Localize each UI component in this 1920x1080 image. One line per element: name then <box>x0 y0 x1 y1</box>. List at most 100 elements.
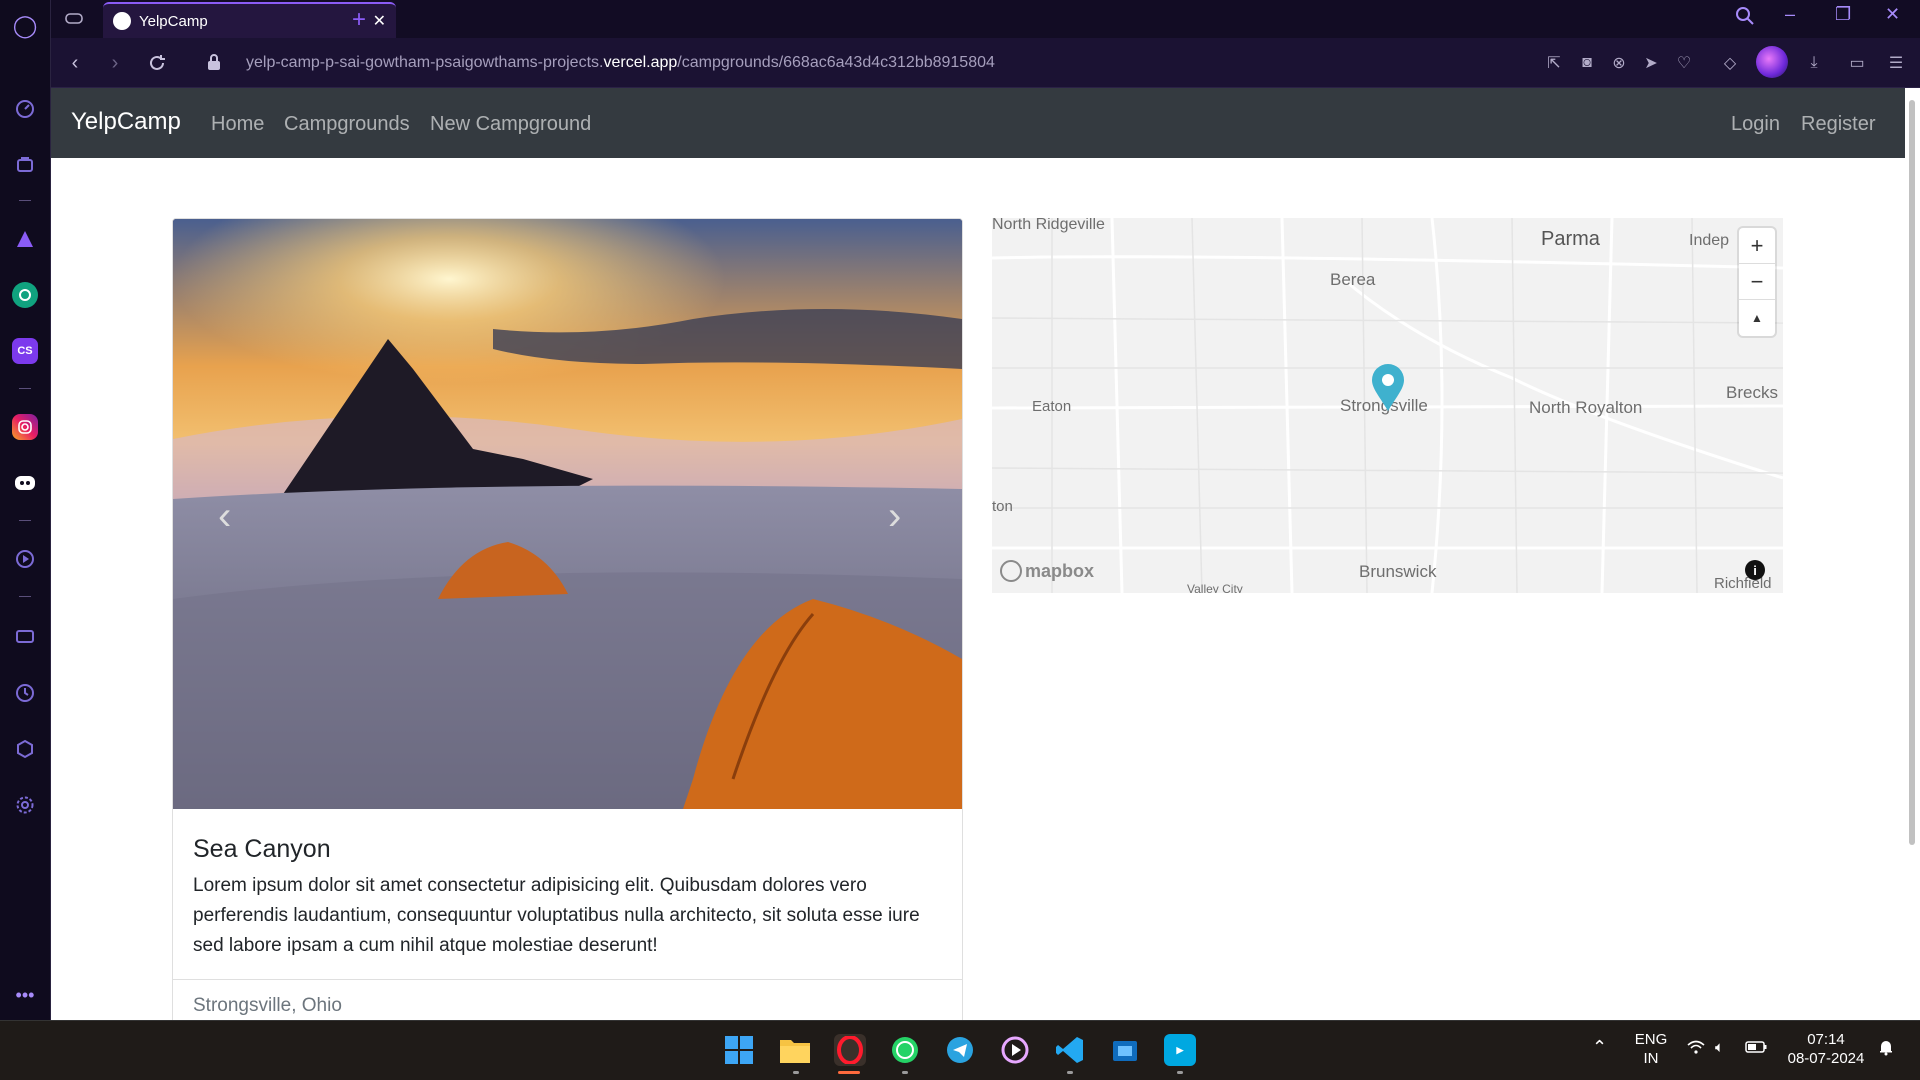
speed-dial-icon[interactable] <box>12 96 38 122</box>
aria-icon[interactable] <box>12 226 38 252</box>
search-tabs-icon[interactable] <box>1735 6 1755 26</box>
notification-bell-icon[interactable] <box>1877 1038 1895 1061</box>
language-code: ENG <box>1634 1031 1668 1048</box>
windows-start-icon[interactable] <box>723 1034 755 1066</box>
tabs-icon[interactable] <box>12 624 38 650</box>
more-options-icon[interactable]: ••• <box>12 982 38 1008</box>
globe-icon <box>113 12 131 30</box>
campground-location: Strongsville, Ohio <box>193 995 342 1016</box>
wifi-icon[interactable] <box>1687 1040 1705 1059</box>
carousel-prev-button[interactable]: ‹ <box>218 494 231 539</box>
lock-icon[interactable] <box>207 54 221 70</box>
campground-card: ‹ › Sea Canyon Lorem ipsum dolor sit ame… <box>172 218 963 1020</box>
language-indicator[interactable]: ENG IN <box>1633 1030 1669 1068</box>
heart-icon[interactable]: ♡ <box>1673 52 1695 74</box>
running-indicator <box>793 1071 799 1074</box>
new-tab-plus-icon[interactable]: + <box>352 6 366 34</box>
nav-home-link[interactable]: Home <box>211 113 264 136</box>
whatsapp-icon[interactable] <box>889 1034 921 1066</box>
back-button[interactable]: ‹ <box>63 51 87 75</box>
download-icon[interactable]: ⤓ <box>1803 52 1825 74</box>
map-zoom-controls: + − ▲ <box>1739 228 1775 336</box>
scrollbar-thumb[interactable] <box>1909 100 1915 845</box>
battery-saver-icon[interactable]: ▭ <box>1846 52 1868 74</box>
minimize-button[interactable]: – <box>1785 4 1795 25</box>
clock-time: 07:14 <box>1807 1031 1845 1048</box>
campground-description: Lorem ipsum dolor sit amet consectetur a… <box>193 875 920 956</box>
map-label: Valley City <box>1187 582 1243 593</box>
send-icon[interactable]: ➤ <box>1640 52 1662 74</box>
nav-login-link[interactable]: Login <box>1731 113 1780 136</box>
running-indicator <box>1067 1071 1073 1074</box>
map-label: North Ridgeville <box>992 218 1105 233</box>
telegram-icon[interactable] <box>944 1034 976 1066</box>
nav-new-campground-link[interactable]: New Campground <box>430 113 591 136</box>
running-indicator <box>902 1071 908 1074</box>
site-navbar: YelpCamp Home Campgrounds New Campground… <box>51 88 1905 158</box>
tab-close-icon[interactable]: ✕ <box>373 11 386 31</box>
chatsonic-icon[interactable]: CS <box>12 338 38 364</box>
ms-store-icon[interactable] <box>1109 1034 1141 1066</box>
map-label: Eaton <box>1032 398 1072 415</box>
mapbox-logo-icon <box>1000 560 1022 582</box>
restore-button[interactable]: ❐ <box>1835 4 1851 25</box>
profile-avatar[interactable] <box>1756 46 1788 78</box>
zoom-out-button[interactable]: − <box>1739 264 1775 300</box>
image-carousel: ‹ › <box>173 219 962 809</box>
chatgpt-icon[interactable] <box>12 282 38 308</box>
map-label: Parma <box>1541 228 1600 250</box>
show-hidden-icons-chevron-icon[interactable]: ⌃ <box>1592 1038 1607 1057</box>
vscode-icon[interactable] <box>1054 1034 1086 1066</box>
volume-icon[interactable]: 🔈︎ <box>1715 1038 1724 1057</box>
discord-icon[interactable] <box>12 470 38 496</box>
campground-title: Sea Canyon <box>193 835 331 863</box>
opera-taskbar-icon[interactable] <box>834 1034 866 1066</box>
url-field[interactable]: yelp-camp-p-sai-gowtham-psaigowthams-pro… <box>246 54 995 72</box>
file-explorer-icon[interactable] <box>779 1034 811 1066</box>
history-icon[interactable] <box>12 680 38 706</box>
close-window-button[interactable]: ✕ <box>1885 4 1900 25</box>
instagram-icon[interactable] <box>12 414 38 440</box>
share-icon[interactable]: ⇱ <box>1543 52 1565 74</box>
clock-date: 08-07-2024 <box>1787 1050 1865 1067</box>
gamepad-icon[interactable] <box>64 8 84 28</box>
location-map[interactable]: North Ridgeville Parma Indep Berea Eaton… <box>992 218 1783 593</box>
map-marker-icon[interactable] <box>1370 363 1406 411</box>
reload-button[interactable] <box>145 51 169 75</box>
card-divider <box>173 979 962 980</box>
map-label: ton <box>992 498 1013 515</box>
opera-logo-icon[interactable]: ◯ <box>12 13 38 39</box>
region-code: IN <box>1643 1050 1659 1067</box>
nav-campgrounds-link[interactable]: Campgrounds <box>284 113 410 136</box>
tracker-blocker-icon[interactable]: ⊗ <box>1608 52 1630 74</box>
mapbox-attribution[interactable]: mapbox <box>1000 560 1094 582</box>
mapbox-text: mapbox <box>1025 560 1095 581</box>
map-info-icon[interactable]: i <box>1745 560 1765 580</box>
active-indicator <box>838 1071 860 1074</box>
url-prefix: yelp-camp-p-sai-gowtham-psaigowthams-pro… <box>246 54 604 71</box>
map-label: Richfield <box>1714 575 1772 592</box>
tab-title: YelpCamp <box>139 12 208 30</box>
easy-setup-icon[interactable]: ☰ <box>1885 52 1907 74</box>
nav-register-link[interactable]: Register <box>1801 113 1875 136</box>
player-icon[interactable] <box>12 546 38 572</box>
prime-video-icon[interactable]: ▶ <box>1164 1034 1196 1066</box>
map-label: Brunswick <box>1359 562 1437 581</box>
clock[interactable]: 07:14 08-07-2024 <box>1782 1030 1870 1068</box>
zoom-in-button[interactable]: + <box>1739 228 1775 264</box>
carousel-next-button[interactable]: › <box>888 494 901 539</box>
navbar-brand[interactable]: YelpCamp <box>71 108 181 136</box>
url-domain: vercel.app <box>603 54 678 71</box>
browser-sidebar: ◯ CS ••• <box>0 0 51 1020</box>
media-player-icon[interactable] <box>999 1034 1031 1066</box>
url-path: /campgrounds/668ac6a43d4c312bb8915804 <box>677 54 995 71</box>
camera-icon[interactable]: ◙ <box>1576 52 1598 74</box>
campground-photo <box>173 219 962 809</box>
battery-icon[interactable] <box>1745 1040 1767 1059</box>
bag-icon[interactable] <box>12 151 38 177</box>
cube-icon[interactable]: ◇ <box>1719 52 1741 74</box>
extensions-icon[interactable] <box>12 736 38 762</box>
compass-button[interactable]: ▲ <box>1739 300 1775 336</box>
forward-button[interactable]: › <box>103 51 127 75</box>
settings-gear-icon[interactable] <box>12 792 38 818</box>
